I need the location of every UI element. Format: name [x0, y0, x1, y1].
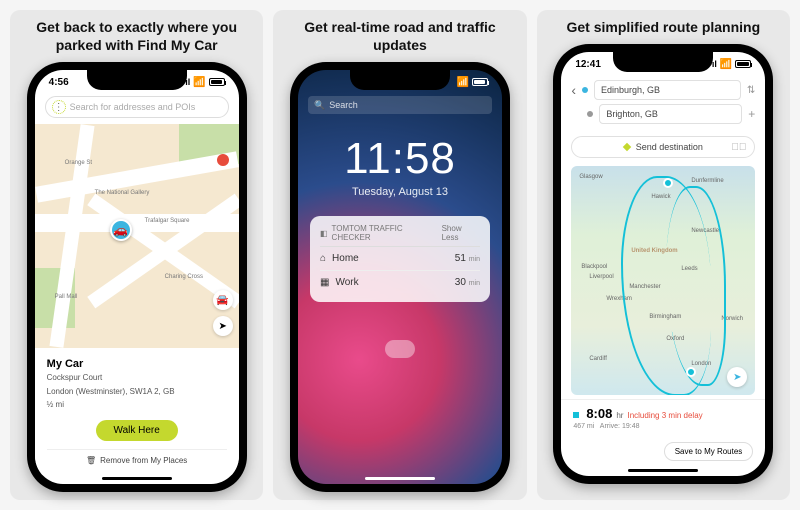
devices-icon: ⊟⃝	[731, 142, 746, 153]
phone-screen: 4:56 📶 ⋮ Search for addresses and POIs T…	[35, 70, 239, 484]
origin-dot-icon	[582, 87, 588, 93]
trash-icon: 🗑	[86, 456, 96, 465]
city-label: Glasgow	[579, 174, 602, 180]
phone-mockup: 12:41 📶 ‹ Edinburgh, GB ⇅ Brighton,	[553, 44, 773, 484]
card-distance: ½ mi	[47, 399, 227, 410]
phone-mockup: 📶 🔍 Search 11:58 Tuesday, August 13 ◧ TO…	[290, 62, 510, 492]
map-label-street4: Pall Mall	[55, 294, 78, 300]
card-title: My Car	[47, 358, 227, 370]
home-indicator	[365, 477, 435, 480]
spotlight-search[interactable]: 🔍 Search	[308, 96, 492, 114]
city-label: Liverpool	[589, 274, 613, 280]
locate-button[interactable]: ➤	[213, 316, 233, 336]
save-to-my-routes-button[interactable]: Save to My Routes	[664, 442, 754, 461]
widget-row-home[interactable]: ⌂ Home 51 min	[320, 247, 480, 270]
feature-title: Get back to exactly where you parked wit…	[16, 18, 257, 54]
car-pin-icon[interactable]: 🚗	[110, 219, 132, 241]
city-label: Dunfermline	[691, 178, 723, 184]
swap-icon[interactable]: ⇅	[747, 85, 755, 96]
feature-title: Get simplified route planning	[566, 18, 760, 36]
show-less-link[interactable]: Show Less	[442, 224, 480, 242]
phone-notch	[613, 52, 713, 72]
widget-row-work[interactable]: ▦ Work 30 min	[320, 270, 480, 294]
battery-icon	[472, 78, 488, 86]
card-address2: London (Westminster), SW1A 2, GB	[47, 386, 227, 397]
map-label-street3: Charing Cross	[165, 274, 203, 280]
route-details: 467 mi Arrive: 19:48	[573, 423, 753, 430]
traffic-widget[interactable]: ◧ TOMTOM TRAFFIC CHECKER Show Less ⌂ Hom…	[310, 216, 490, 302]
menu-icon[interactable]: ⋮	[52, 100, 66, 114]
route-inputs: ‹ Edinburgh, GB ⇅ Brighton, GB +	[561, 76, 765, 132]
route-summary: 8:08 hr Including 3 min delay 467 mi Arr…	[561, 399, 765, 436]
locate-button[interactable]: ➤	[727, 367, 747, 387]
work-icon: ▦	[320, 277, 329, 288]
battery-icon	[735, 60, 751, 68]
app-icon: ◧	[320, 229, 328, 238]
layers-button[interactable]: 🚘	[213, 290, 233, 310]
status-time: 4:56	[49, 77, 69, 88]
home-indicator	[102, 477, 172, 480]
feature-panel-find-my-car: Get back to exactly where you parked wit…	[10, 10, 263, 500]
card-address1: Cockspur Court	[47, 372, 227, 383]
phone-notch	[350, 70, 450, 90]
feature-panel-traffic-updates: Get real-time road and traffic updates 📶…	[273, 10, 526, 500]
route-color-icon	[573, 412, 579, 418]
destination-dot-icon	[587, 111, 593, 117]
wifi-icon: 📶	[457, 77, 469, 88]
send-destination-button[interactable]: Send destination ⊟⃝	[571, 136, 755, 158]
lock-screen-time: 11:58	[298, 134, 502, 184]
lock-screen-date: Tuesday, August 13	[298, 186, 502, 198]
home-icon: ⌂	[320, 253, 326, 264]
feature-title: Get real-time road and traffic updates	[279, 18, 520, 54]
back-chevron-icon[interactable]: ‹	[571, 82, 576, 98]
city-label: Cardiff	[589, 356, 607, 362]
phone-screen: 📶 🔍 Search 11:58 Tuesday, August 13 ◧ TO…	[298, 70, 502, 484]
map-label-street1: Orange St	[65, 160, 92, 166]
origin-field[interactable]: Edinburgh, GB	[594, 80, 741, 100]
city-label: Blackpool	[581, 264, 607, 270]
ad-pill	[385, 340, 415, 358]
feature-panel-route-planning: Get simplified route planning 12:41 📶 ‹ …	[537, 10, 790, 500]
location-card: My Car Cockspur Court London (Westminste…	[35, 348, 239, 475]
home-indicator	[628, 469, 698, 472]
wifi-icon: 📶	[193, 77, 205, 88]
map-view[interactable]: The National Gallery Orange St Trafalgar…	[35, 124, 239, 348]
battery-icon	[209, 78, 225, 86]
walk-here-button[interactable]: Walk Here	[96, 420, 178, 441]
wifi-icon: 📶	[720, 59, 732, 70]
destination-field[interactable]: Brighton, GB	[599, 104, 742, 124]
phone-notch	[87, 70, 187, 90]
phone-screen: 12:41 📶 ‹ Edinburgh, GB ⇅ Brighton,	[561, 52, 765, 476]
route-duration: 8:08	[586, 406, 612, 421]
no-entry-icon	[217, 154, 229, 166]
map-label-street2: Trafalgar Square	[145, 218, 190, 224]
phone-mockup: 4:56 📶 ⋮ Search for addresses and POIs T…	[27, 62, 247, 492]
remove-from-places-link[interactable]: 🗑 Remove from My Places	[47, 449, 227, 465]
search-icon: 🔍	[314, 100, 325, 111]
add-stop-icon[interactable]: +	[748, 107, 755, 121]
status-time: 12:41	[575, 59, 601, 70]
route-map[interactable]: Glasgow Hawick Dunfermline Newcastle Lee…	[571, 166, 755, 395]
widget-title: TOMTOM TRAFFIC CHECKER	[332, 224, 442, 242]
map-label-gallery: The National Gallery	[95, 190, 150, 196]
search-input[interactable]: ⋮ Search for addresses and POIs	[45, 96, 229, 118]
search-placeholder: Search for addresses and POIs	[70, 102, 196, 112]
